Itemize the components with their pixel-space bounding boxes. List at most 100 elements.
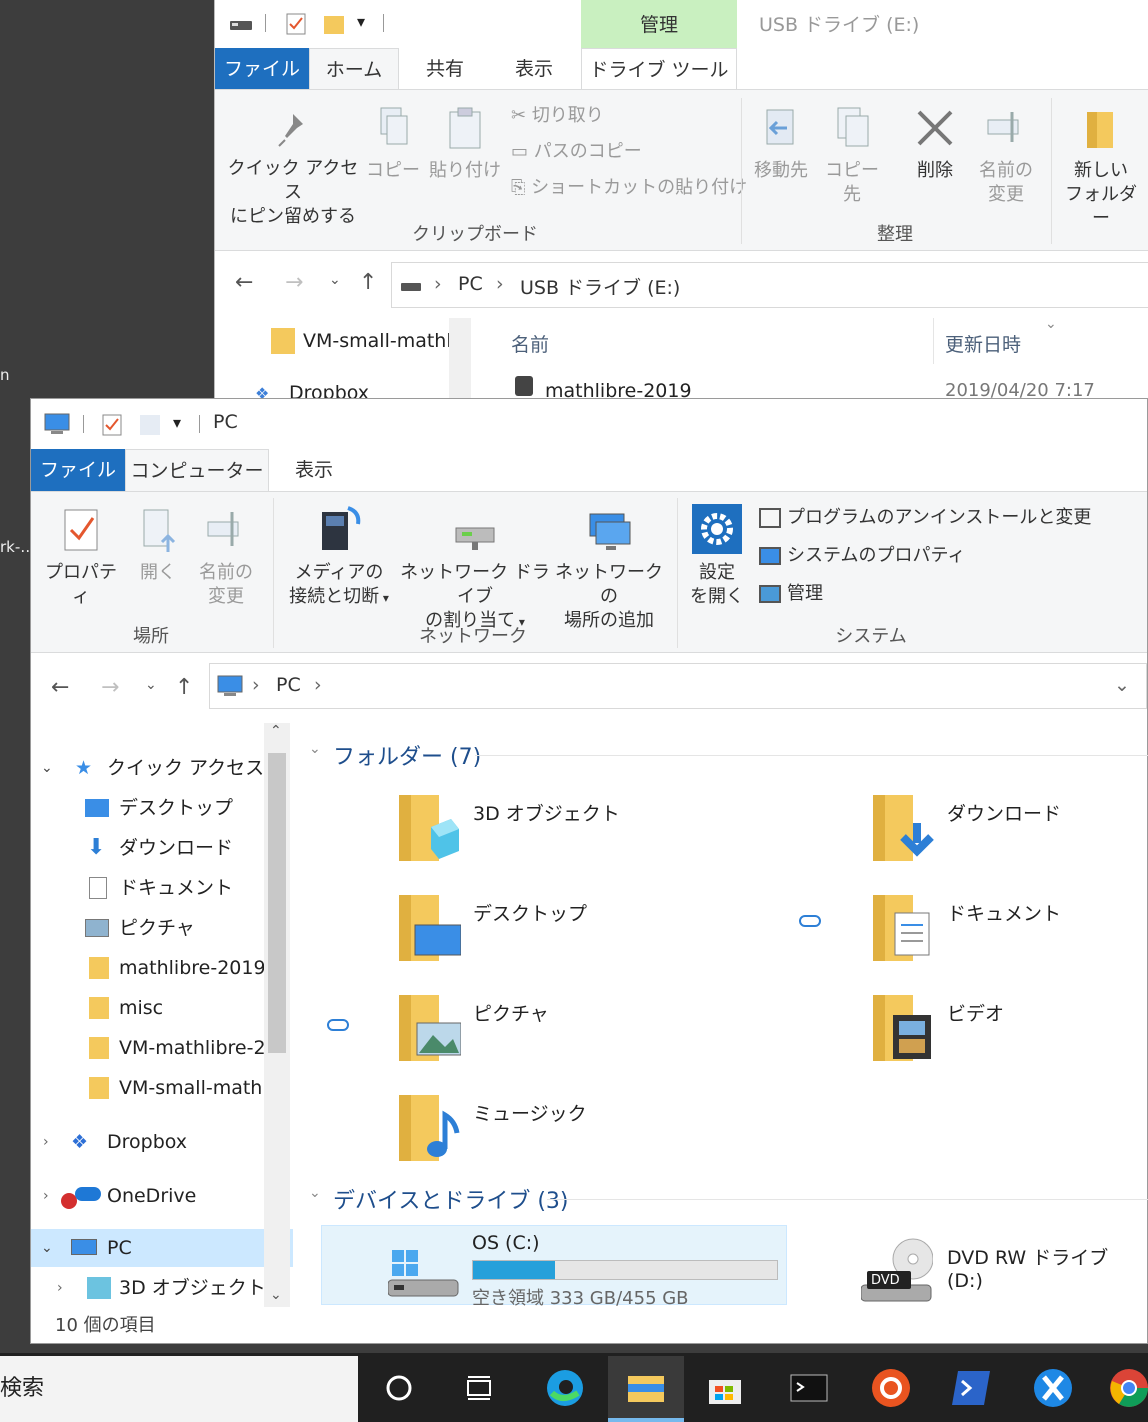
nav-pictures[interactable]: ピクチャ 📌 [31,909,293,947]
recent-chevron-icon[interactable]: ⌄ [329,272,341,288]
breadcrumb-usb[interactable]: USB ドライブ (E:) [520,273,680,300]
folder-videos-icon[interactable] [871,991,931,1063]
tab-share[interactable]: 共有 [401,48,489,90]
tab-file[interactable]: ファイル [31,449,125,491]
paste-button[interactable]: 貼り付け [427,106,503,183]
xming-icon[interactable] [1028,1365,1078,1411]
nav-desktop[interactable]: デスクトップ 📌 [31,789,293,827]
expand-chevron-icon[interactable]: › [57,1269,63,1307]
tab-view[interactable]: 表示 [269,449,359,491]
navigation-pane[interactable]: ⌄ ★ クイック アクセス デスクトップ 📌 ⬇ ダウンロード 📌 ドキュメント… [31,715,293,1325]
chevron-down-icon[interactable]: ▾ [173,413,181,432]
folder-desktop-icon[interactable] [397,891,462,963]
open-settings-button[interactable]: 設定 を開く [683,502,751,609]
terminal-icon[interactable] [784,1365,834,1411]
rename-button[interactable]: 名前の 変更 [193,506,259,609]
task-view-icon[interactable] [454,1365,504,1411]
manage-button[interactable]: 管理 [759,582,823,606]
new-folder-icon[interactable] [139,413,161,437]
scroll-down-icon[interactable]: ⌄ [270,1287,282,1303]
devices-section-header[interactable]: デバイスとドライブ (3) [333,1183,569,1215]
properties-icon[interactable] [285,12,307,36]
nav-pc[interactable]: ⌄ PC [31,1229,293,1267]
scrollbar-thumb[interactable] [268,753,286,1053]
file-explorer-taskbar-icon[interactable] [608,1356,684,1422]
tab-file[interactable]: ファイル [215,48,309,90]
folder-documents-icon[interactable] [871,891,931,963]
folder-downloads-label[interactable]: ダウンロード [947,799,1061,826]
collapse-chevron-icon[interactable]: ⌄ [309,741,321,757]
copy-path-button[interactable]: ▭ パスのコピー [511,140,642,164]
forward-arrow-icon[interactable]: → [285,270,303,295]
nav-folder-misc[interactable]: misc [31,989,293,1027]
copy-to-button[interactable]: コピー先 [817,106,887,207]
open-button[interactable]: 開く [131,506,185,585]
move-to-button[interactable]: 移動先 [749,106,813,183]
cut-button[interactable]: ✂ 切り取り [511,104,604,128]
edge-browser-icon[interactable] [540,1365,590,1411]
folder-desktop-label[interactable]: デスクトップ [473,899,587,926]
rename-button[interactable]: 名前の 変更 [973,106,1039,207]
drive-d-tile[interactable]: DVD DVD RW ドライブ (D:) [859,1235,1139,1305]
nav-onedrive[interactable]: › OneDrive [31,1177,293,1215]
drive-c-tile[interactable]: OS (C:) 空き領域 333 GB/455 GB [321,1225,787,1309]
properties-icon[interactable] [101,413,123,437]
new-folder-icon[interactable] [323,12,345,36]
folder-music-icon[interactable] [397,1091,460,1163]
properties-button[interactable]: プロパティ [37,506,125,609]
nav-scrollbar[interactable]: ⌃ ⌄ [264,723,290,1307]
recent-chevron-icon[interactable]: ⌄ [145,677,157,693]
nav-dropbox[interactable]: › ❖ Dropbox [31,1123,293,1161]
back-arrow-icon[interactable]: ← [51,675,69,700]
folder-3d-objects-label[interactable]: 3D オブジェクト [473,799,620,826]
folders-section-header[interactable]: フォルダー (7) [333,739,481,771]
forward-arrow-icon[interactable]: → [101,675,119,700]
uninstall-program-button[interactable]: プログラムのアンインストールと変更 [759,506,1091,530]
column-header-modified[interactable]: 更新日時 [945,330,1021,357]
folder-3d-objects-icon[interactable] [397,791,459,863]
copy-button[interactable]: コピー [365,106,421,183]
nav-folder-vm-small[interactable]: VM-small-mathl [31,1069,293,1107]
ubuntu-icon[interactable] [866,1365,916,1411]
folder-pictures-icon[interactable] [397,991,462,1063]
expand-chevron-icon[interactable]: › [43,1177,49,1215]
expand-chevron-icon[interactable]: › [43,1123,49,1161]
nav-downloads[interactable]: ⬇ ダウンロード 📌 [31,829,293,867]
folder-pictures-label[interactable]: ピクチャ [473,999,549,1026]
folder-videos-label[interactable]: ビデオ [947,999,1004,1026]
breadcrumb-pc[interactable]: PC [276,674,301,696]
pin-to-quick-access-button[interactable]: クイック アクセス にピン留めする [223,110,363,229]
chrome-icon[interactable] [1108,1365,1148,1411]
address-bar[interactable]: › PC › ⌄ [209,663,1147,709]
map-network-drive-button[interactable]: ネットワーク ドライブ の割り当て ▾ [399,502,551,634]
nav-scrollbar[interactable] [449,318,471,400]
tab-drive-tools[interactable]: ドライブ ツール [581,48,737,90]
new-folder-button[interactable]: 新しい フォルダー [1059,106,1143,231]
add-network-location-button[interactable]: ネットワークの 場所の追加 [553,502,665,633]
nav-folder-mathlibre[interactable]: mathlibre-2019-v [31,949,293,987]
collapse-chevron-icon[interactable]: ⌄ [309,1185,321,1201]
expand-chevron-icon[interactable]: ⌄ [41,1229,53,1267]
nav-quick-access[interactable]: ⌄ ★ クイック アクセス [31,749,293,787]
address-bar[interactable]: › PC › USB ドライブ (E:) [391,262,1148,308]
folder-music-label[interactable]: ミュージック [473,1099,587,1126]
expand-chevron-icon[interactable]: ⌄ [41,749,53,787]
usb-explorer-window[interactable]: ▾ 管理 USB ドライブ (E:) ファイル ホーム 共有 表示 ドライブ ツ… [214,0,1148,404]
cortana-icon[interactable] [374,1365,424,1411]
up-arrow-icon[interactable]: ↑ [175,675,193,700]
column-header-name[interactable]: 名前 [511,330,549,357]
back-arrow-icon[interactable]: ← [235,270,253,295]
folder-documents-label[interactable]: ドキュメント [947,899,1061,926]
breadcrumb-pc[interactable]: PC [458,273,483,295]
tab-computer[interactable]: コンピューター [125,449,269,491]
chevron-down-icon[interactable]: ▾ [357,12,365,31]
store-icon[interactable] [700,1365,750,1411]
delete-button[interactable]: 削除 [903,106,967,183]
nav-folder-vm-mathlibre[interactable]: VM-mathlibre-20 [31,1029,293,1067]
nav-item-vm-small[interactable]: VM-small-mathl [303,330,452,352]
nav-documents[interactable]: ドキュメント 📌 [31,869,293,907]
taskbar-search-box[interactable]: 検索 [0,1356,358,1422]
scroll-up-icon[interactable]: ⌃ [270,723,282,739]
pc-explorer-window[interactable]: ▾ PC ファイル コンピューター 表示 プロパティ 開く 名前の 変更 場所 … [30,398,1148,1344]
up-arrow-icon[interactable]: ↑ [359,270,377,295]
